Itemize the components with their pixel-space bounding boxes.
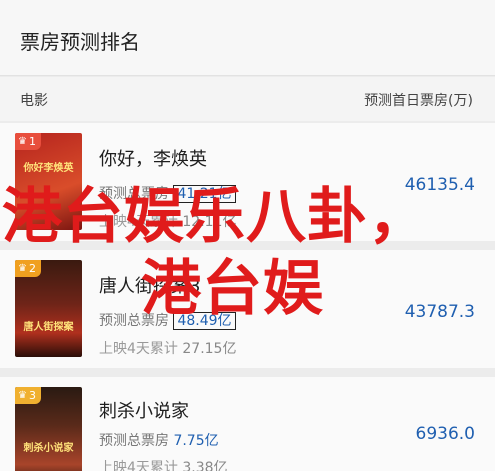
rank-badge: ♛ 1 — [15, 133, 41, 150]
predicted-total-value: 41.21亿 — [173, 185, 236, 203]
poster-title: 唐人街探案 — [23, 322, 74, 333]
movie-name[interactable]: 你好，李焕英 — [99, 145, 207, 171]
movie-row[interactable]: ♛ 2 唐人街探案 唐人街探案3 预测总票房 48.49亿 上映4天累计 27.… — [0, 250, 495, 368]
release-cumulative-value: 3.38亿 — [182, 460, 228, 471]
predicted-total-value: 48.49亿 — [173, 312, 236, 330]
predicted-total: 预测总票房 48.49亿 — [99, 310, 236, 330]
predicted-total-label: 预测总票房 — [99, 433, 169, 449]
movie-name[interactable]: 唐人街探案3 — [99, 272, 200, 298]
first-day-box-office: 6936.0 — [415, 424, 475, 444]
rank-badge: ♛ 2 — [15, 260, 41, 277]
movie-poster[interactable]: ♛ 3 刺杀小说家 — [15, 387, 82, 471]
column-first-day-label[interactable]: 预测首日票房(万) — [364, 90, 473, 110]
predicted-total-value: 7.75亿 — [173, 433, 219, 449]
predicted-total-label: 预测总票房 — [99, 313, 169, 329]
app-header: 票房预测排名 — [0, 0, 495, 76]
movie-poster[interactable]: ♛ 1 你好李焕英 — [15, 133, 82, 230]
release-cumulative: 上映4天累计 27.15亿 — [99, 338, 236, 358]
movie-row[interactable]: ♛ 1 你好李焕英 你好，李焕英 预测总票房 41.21亿 上映4天累计 12.… — [0, 123, 495, 241]
predicted-total: 预测总票房 7.75亿 — [99, 430, 219, 450]
crown-icon: ♛ — [18, 136, 27, 147]
predicted-total: 预测总票房 41.21亿 — [99, 183, 236, 203]
rank-number: 1 — [28, 135, 36, 148]
release-cumulative-label: 上映4天累计 — [99, 460, 178, 471]
page-title: 票房预测排名 — [20, 30, 140, 54]
column-header-bar: 电影 预测首日票房(万) — [0, 77, 495, 121]
crown-icon: ♛ — [18, 390, 27, 401]
crown-icon: ♛ — [18, 263, 27, 274]
poster-title: 你好李焕英 — [23, 163, 74, 174]
release-cumulative: 上映4天累计 3.38亿 — [99, 457, 228, 471]
release-cumulative-value: 27.15亿 — [182, 341, 237, 357]
movie-row[interactable]: ♛ 3 刺杀小说家 刺杀小说家 预测总票房 7.75亿 上映4天累计 3.38亿… — [0, 377, 495, 471]
predicted-total-label: 预测总票房 — [99, 186, 169, 202]
rank-number: 3 — [28, 389, 36, 402]
rank-number: 2 — [28, 262, 36, 275]
first-day-box-office: 46135.4 — [404, 175, 475, 195]
movie-poster[interactable]: ♛ 2 唐人街探案 — [15, 260, 82, 357]
movie-name[interactable]: 刺杀小说家 — [99, 397, 189, 423]
first-day-box-office: 43787.3 — [404, 302, 475, 322]
poster-title: 刺杀小说家 — [23, 443, 74, 454]
release-cumulative-label: 上映4天累计 — [99, 341, 178, 357]
rank-badge: ♛ 3 — [15, 387, 41, 404]
release-cumulative-label: 上映4天累计 — [99, 214, 178, 230]
release-cumulative-value: 12.11亿 — [182, 214, 237, 230]
column-movie-label: 电影 — [20, 93, 48, 109]
release-cumulative: 上映4天累计 12.11亿 — [99, 211, 236, 231]
